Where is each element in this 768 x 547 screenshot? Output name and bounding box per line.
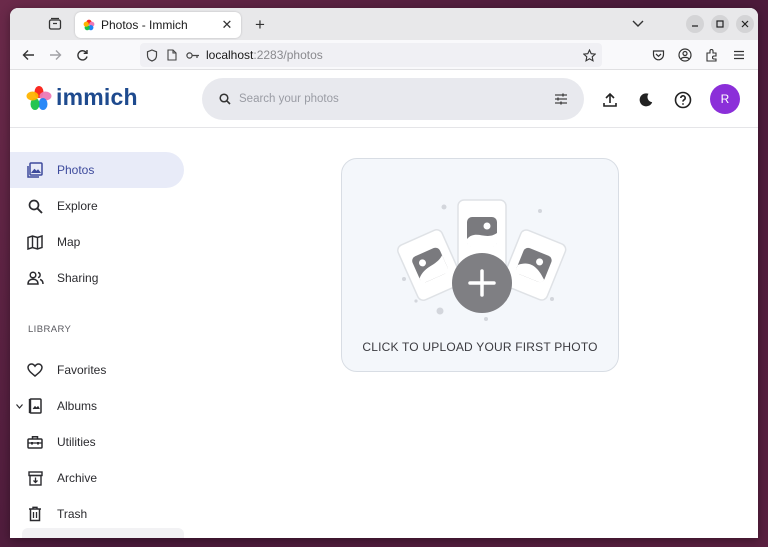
account-icon[interactable] bbox=[677, 47, 693, 63]
immich-logo[interactable]: immich bbox=[26, 84, 138, 111]
toolbox-icon bbox=[26, 433, 44, 451]
tab-title: Photos - Immich bbox=[101, 18, 188, 32]
app-header: immich Search your photos R bbox=[10, 70, 758, 128]
url-text: localhost:2283/photos bbox=[206, 48, 323, 62]
sidebar-item-label: Utilities bbox=[57, 435, 96, 449]
url-path: :2283/photos bbox=[253, 48, 323, 62]
upload-icon[interactable] bbox=[600, 90, 620, 110]
extensions-icon[interactable] bbox=[704, 47, 720, 63]
shield-icon[interactable] bbox=[146, 48, 158, 62]
sidebar: Photos Explore Map Sharing LIBRARY Favor… bbox=[10, 129, 190, 538]
new-tab-icon[interactable]: + bbox=[251, 15, 269, 33]
brand-name: immich bbox=[56, 84, 138, 110]
key-icon[interactable] bbox=[186, 51, 200, 60]
storage-panel bbox=[22, 528, 184, 538]
maximize-icon[interactable] bbox=[711, 15, 729, 33]
upload-illustration-icon bbox=[397, 199, 567, 321]
search-icon[interactable] bbox=[219, 93, 231, 105]
sidebar-item-label: Archive bbox=[57, 471, 98, 485]
sidebar-item-label: Sharing bbox=[57, 271, 99, 285]
sidebar-item-label: Photos bbox=[57, 163, 95, 177]
browser-window: Photos - Immich ✕ + localhost:2283/photo… bbox=[10, 8, 758, 538]
sidebar-item-photos[interactable]: Photos bbox=[10, 152, 184, 188]
tab-close-icon[interactable]: ✕ bbox=[219, 17, 235, 33]
sidebar-item-label: Albums bbox=[57, 399, 98, 413]
upload-empty-state[interactable]: CLICK TO UPLOAD YOUR FIRST PHOTO bbox=[341, 158, 619, 372]
chevron-down-icon[interactable] bbox=[630, 16, 646, 32]
map-icon bbox=[26, 233, 44, 251]
page-icon[interactable] bbox=[167, 49, 177, 61]
avatar[interactable]: R bbox=[710, 84, 740, 114]
forward-icon[interactable] bbox=[47, 47, 63, 63]
archive-icon bbox=[26, 469, 44, 487]
url-host: localhost bbox=[206, 48, 254, 62]
menu-icon[interactable] bbox=[731, 47, 747, 63]
search-input[interactable]: Search your photos bbox=[239, 93, 554, 105]
sidebar-item-label: Map bbox=[57, 235, 81, 249]
people-icon bbox=[26, 269, 44, 287]
pocket-icon[interactable] bbox=[650, 47, 666, 63]
photos-icon bbox=[26, 161, 44, 179]
sidebar-item-albums[interactable]: Albums bbox=[10, 388, 184, 424]
sidebar-item-label: Favorites bbox=[57, 363, 107, 377]
sidebar-item-trash[interactable]: Trash bbox=[10, 496, 184, 532]
library-heading: LIBRARY bbox=[28, 324, 72, 335]
close-window-icon[interactable] bbox=[736, 15, 754, 33]
dark-mode-icon[interactable] bbox=[636, 90, 656, 110]
sidebar-item-explore[interactable]: Explore bbox=[10, 188, 184, 224]
tab-photos[interactable]: Photos - Immich ✕ bbox=[75, 12, 241, 38]
heart-icon bbox=[26, 361, 44, 379]
sidebar-item-map[interactable]: Map bbox=[10, 224, 184, 260]
album-icon bbox=[26, 397, 44, 415]
tab-list-icon[interactable] bbox=[46, 15, 64, 33]
navigation-bar: localhost:2283/photos bbox=[10, 40, 758, 70]
reload-icon[interactable] bbox=[74, 47, 90, 63]
sidebar-item-label: Explore bbox=[57, 199, 98, 213]
help-icon[interactable] bbox=[673, 90, 693, 110]
search-icon bbox=[26, 197, 44, 215]
upload-prompt: CLICK TO UPLOAD YOUR FIRST PHOTO bbox=[362, 340, 598, 354]
immich-favicon-icon bbox=[83, 19, 95, 31]
sidebar-item-favorites[interactable]: Favorites bbox=[10, 352, 184, 388]
sidebar-item-archive[interactable]: Archive bbox=[10, 460, 184, 496]
sidebar-item-utilities[interactable]: Utilities bbox=[10, 424, 184, 460]
trash-icon bbox=[26, 505, 44, 523]
immich-logo-icon bbox=[26, 85, 52, 110]
url-bar[interactable]: localhost:2283/photos bbox=[140, 43, 602, 67]
back-icon[interactable] bbox=[20, 47, 36, 63]
minimize-icon[interactable] bbox=[686, 15, 704, 33]
tab-bar: Photos - Immich ✕ + bbox=[10, 8, 758, 40]
bookmark-star-icon[interactable] bbox=[583, 48, 596, 62]
sidebar-item-label: Trash bbox=[57, 507, 88, 521]
search-filter-icon[interactable] bbox=[554, 93, 568, 105]
search-bar[interactable]: Search your photos bbox=[202, 78, 584, 120]
sidebar-item-sharing[interactable]: Sharing bbox=[10, 260, 184, 296]
